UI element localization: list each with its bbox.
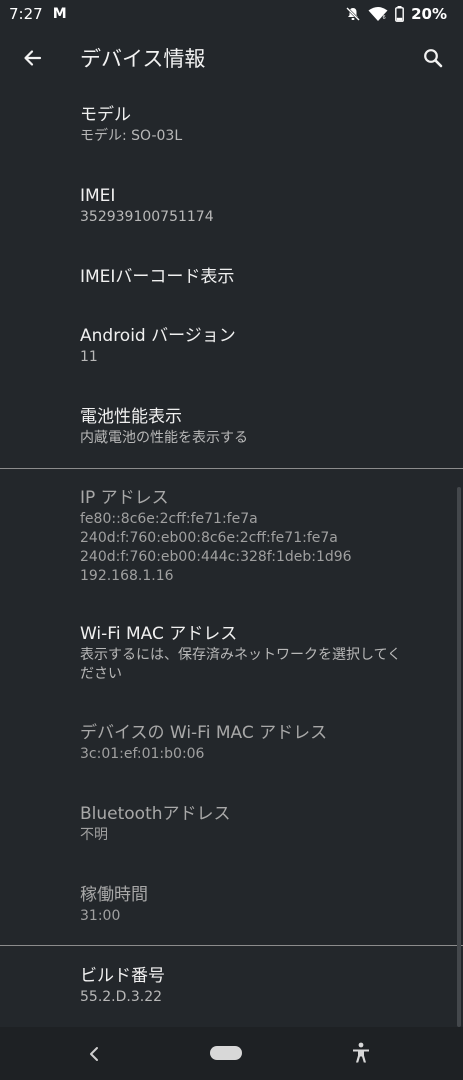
item-summary-line: 240d:f:760:eb00:444c:328f:1deb:1d96: [80, 549, 352, 565]
list-item-wifi-mac[interactable]: Wi-Fi MAC アドレス 表示するには、保存済みネットワークを選択してく だ…: [80, 623, 450, 684]
home-pill-icon[interactable]: [210, 1046, 242, 1060]
list-item-ip-address: IP アドレス fe80::8c6e:2cff:fe71:fe7a 240d:f…: [80, 487, 450, 586]
item-title: Wi-Fi MAC アドレス: [80, 624, 238, 644]
list-item-device-wifi-mac: デバイスの Wi-Fi MAC アドレス 3c:01:ef:01:b0:06: [80, 722, 450, 764]
battery-percent: 20%: [411, 5, 447, 23]
item-summary: 55.2.D.3.22: [80, 989, 163, 1005]
list-item-model[interactable]: モデル モデル: SO-03L: [80, 104, 450, 146]
item-summary: モデル: SO-03L: [80, 128, 183, 144]
accessibility-icon[interactable]: [350, 1041, 372, 1065]
status-time: 7:27: [9, 5, 43, 23]
wifi-icon: 6: [368, 7, 388, 21]
item-summary: 内蔵電池の性能を表示する: [80, 430, 248, 446]
item-title: 電池性能表示: [80, 407, 182, 427]
mute-icon: [346, 7, 360, 21]
list-item-battery-performance[interactable]: 電池性能表示 内蔵電池の性能を表示する: [80, 406, 450, 448]
navigation-bar: [0, 1027, 463, 1080]
item-title: モデル: [80, 105, 131, 125]
item-summary: fe80::8c6e:2cff:fe71:fe7a: [80, 511, 258, 527]
list-item-imei[interactable]: IMEI 352939100751174: [80, 185, 450, 227]
item-summary: 不明: [80, 827, 108, 843]
item-summary: 11: [80, 349, 98, 365]
list-item-uptime: 稼働時間 31:00: [80, 884, 450, 926]
item-summary-line: ださい: [80, 666, 122, 682]
item-summary: 31:00: [80, 908, 121, 924]
section-divider: [0, 945, 463, 946]
list-item-bluetooth-address: Bluetoothアドレス 不明: [80, 803, 450, 845]
back-button[interactable]: [18, 44, 46, 72]
item-title: IMEIバーコード表示: [80, 267, 235, 287]
svg-text:6: 6: [383, 15, 386, 21]
status-bar: 7:27 M 6 20%: [0, 0, 463, 28]
scrollbar[interactable]: [457, 487, 461, 1027]
search-button[interactable]: [419, 44, 447, 72]
item-title: デバイスの Wi-Fi MAC アドレス: [80, 723, 328, 743]
item-title: Android バージョン: [80, 326, 236, 346]
item-title: ビルド番号: [80, 966, 165, 986]
gmail-icon: M: [52, 6, 67, 22]
item-summary: 352939100751174: [80, 209, 214, 225]
arrow-back-icon: [24, 50, 42, 66]
item-summary-line: 192.168.1.16: [80, 568, 174, 584]
item-title: Bluetoothアドレス: [80, 804, 231, 824]
list-item-android-version[interactable]: Android バージョン 11: [80, 325, 450, 367]
list-item-imei-barcode[interactable]: IMEIバーコード表示: [80, 266, 450, 288]
list-item-build-number[interactable]: ビルド番号 55.2.D.3.22: [80, 965, 450, 1007]
battery-icon: [395, 6, 404, 22]
status-icons: 6 20%: [345, 0, 447, 28]
page-title: デバイス情報: [80, 47, 206, 71]
section-divider: [0, 468, 463, 469]
item-summary: 3c:01:ef:01:b0:06: [80, 746, 205, 762]
item-title: 稼働時間: [80, 885, 148, 905]
nav-back-icon[interactable]: [84, 1042, 104, 1066]
search-icon: [424, 49, 443, 68]
item-summary-line: 240d:f:760:eb00:8c6e:2cff:fe71:fe7a: [80, 530, 338, 546]
item-title: IP アドレス: [80, 488, 169, 508]
item-title: IMEI: [80, 186, 116, 206]
app-bar: デバイス情報: [0, 28, 463, 88]
item-summary: 表示するには、保存済みネットワークを選択してく: [80, 647, 402, 663]
